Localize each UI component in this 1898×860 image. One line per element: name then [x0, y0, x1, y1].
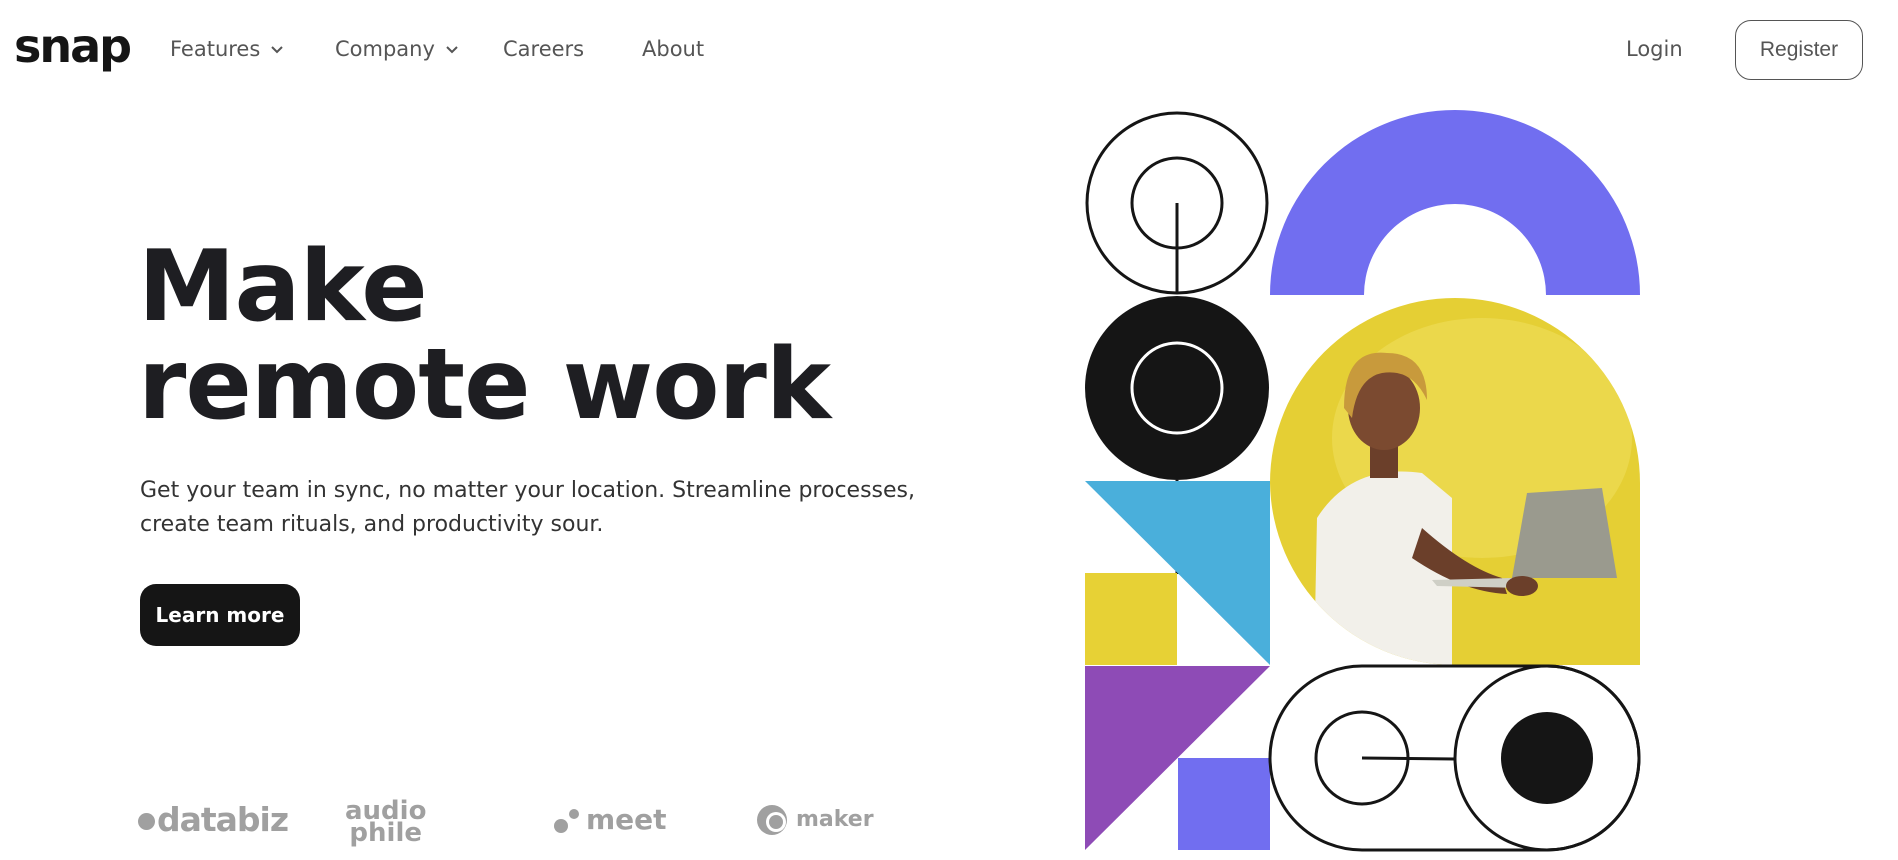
- chevron-down-icon: [271, 46, 283, 54]
- outline-circle-shape: [1085, 111, 1269, 295]
- hero-description: Get your team in sync, no matter your lo…: [140, 474, 940, 542]
- register-button[interactable]: Register: [1735, 20, 1863, 80]
- hero-title: Make remote work: [138, 230, 831, 442]
- nav-item-features[interactable]: Features: [170, 36, 283, 62]
- nav-item-label: Careers: [503, 37, 585, 61]
- maker-circle-icon: [757, 805, 787, 835]
- nav-item-label: Features: [170, 37, 261, 61]
- hero-title-line: Make: [138, 230, 428, 344]
- client-logo-text: meet: [586, 803, 667, 836]
- hero-description-line: create team rituals, and productivity so…: [140, 512, 604, 537]
- databiz-dot-icon: [138, 813, 155, 830]
- nav-item-company[interactable]: Company: [335, 36, 458, 62]
- purple-square-shape: [1178, 758, 1270, 850]
- client-logo-maker: maker: [756, 802, 874, 838]
- nav-item-label: About: [642, 37, 705, 61]
- pill-toggle-shape: [1268, 664, 1641, 852]
- nav-item-about[interactable]: About: [642, 36, 704, 62]
- client-logo-audiophile: audio phile: [345, 798, 426, 848]
- nav-item-careers[interactable]: Careers: [503, 36, 584, 62]
- purple-arch-shape: [1270, 110, 1640, 295]
- login-link[interactable]: Login: [1626, 36, 1683, 62]
- hero-illustration: [1085, 110, 1641, 852]
- chevron-down-icon: [445, 46, 458, 54]
- client-logo-databiz: databiz: [138, 800, 289, 840]
- nav-item-label: Company: [335, 37, 435, 61]
- top-nav: snap Features Company Careers About Logi…: [0, 0, 1898, 98]
- client-logo-text: phile: [349, 818, 423, 848]
- brand-logo[interactable]: snap: [14, 16, 132, 76]
- meet-dots-icon: [554, 809, 579, 833]
- hero-description-line: Get your team in sync, no matter your lo…: [140, 478, 915, 503]
- client-logo-text: databiz: [157, 800, 289, 839]
- photo-person-laptop: [1270, 298, 1640, 665]
- hero-title-line: remote work: [138, 328, 831, 442]
- learn-more-button[interactable]: Learn more: [140, 584, 300, 646]
- yellow-square-shape: [1085, 573, 1177, 665]
- client-logo-meet: meet: [552, 802, 667, 838]
- client-logo-text: maker: [796, 807, 874, 832]
